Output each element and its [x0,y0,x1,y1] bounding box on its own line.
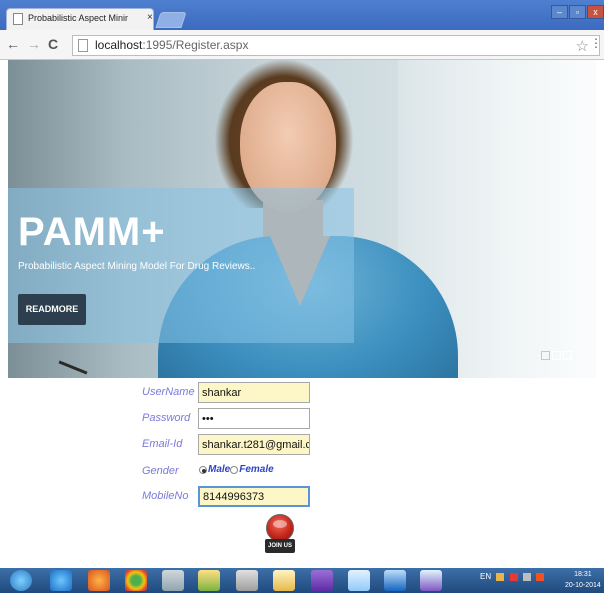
slider-pager [541,347,574,365]
tray-arrow-icon[interactable] [496,572,505,581]
paint-icon[interactable] [198,570,220,591]
female-radio-label[interactable]: Female [239,464,273,475]
username-row: UserName [0,382,604,404]
close-window-button[interactable]: x [587,5,604,19]
email-row: Email-Id [0,434,604,456]
username-input[interactable] [198,382,310,403]
taskbar-clock[interactable]: 18:31 20-10-2014 [565,569,601,591]
email-input[interactable] [198,434,310,455]
mobile-input[interactable] [198,486,310,507]
gender-row: Gender Male Female [0,461,604,483]
folder-icon[interactable] [273,570,295,591]
tray-volume-icon[interactable] [536,572,545,581]
pen-icon [58,360,88,375]
hero-banner: PAMM+ Probabilistic Aspect Mining Model … [8,60,596,378]
word-icon[interactable] [384,570,406,591]
reload-button[interactable]: C [48,36,58,52]
link-icon[interactable] [348,570,370,591]
winrar-icon[interactable] [420,570,442,591]
password-row: Password [0,408,604,430]
address-bar[interactable]: localhost:1995/Register.aspx ☆ [72,35,600,56]
page-icon [13,13,23,25]
language-indicator[interactable]: EN [480,572,491,581]
new-tab-button[interactable] [155,12,187,28]
brand-tagline: Probabilistic Aspect Mining Model For Dr… [18,261,256,272]
tray-network-icon[interactable] [522,572,531,581]
username-label: UserName [142,386,195,398]
tab-title: Probabilistic Aspect Minin [28,13,128,23]
join-us-button[interactable]: JOIN US [265,514,295,553]
password-label: Password [142,412,191,424]
male-radio-label[interactable]: Male [208,464,230,475]
minimize-button[interactable]: – [551,5,568,19]
gender-label: Gender [142,465,179,477]
clock-time: 18:31 [574,571,592,578]
tab-close-icon[interactable]: × [147,12,153,23]
mobile-row: MobileNo [0,486,604,508]
maximize-button[interactable]: ▫ [569,5,586,19]
female-radio[interactable] [230,465,239,474]
browser-menu-icon[interactable]: ⋮ [590,36,602,50]
slide-dot-2[interactable] [552,351,561,360]
tray-flag-icon[interactable] [509,572,518,581]
email-label: Email-Id [142,438,183,450]
explorer-icon[interactable] [236,570,258,591]
join-us-label: JOIN US [265,539,295,553]
forward-button[interactable]: → [27,36,41,52]
firefox-icon[interactable] [88,570,110,591]
notepad-icon[interactable] [162,570,184,591]
chrome-icon[interactable] [125,570,147,591]
page-icon [78,39,88,52]
clock-date: 20-10-2014 [565,582,601,589]
system-tray: EN [480,572,545,581]
visual-studio-icon[interactable] [311,570,333,591]
url-text: localhost:1995/Register.aspx [95,38,248,52]
browser-titlebar: Probabilistic Aspect Minin × – ▫ x [0,0,604,30]
internet-explorer-icon[interactable] [50,570,72,591]
bookmark-star-icon[interactable]: ☆ [576,37,589,55]
back-button[interactable]: ← [6,36,20,52]
brand-title: PAMM+ [18,210,166,254]
url-host: localhost [95,38,143,52]
browser-toolbar: ← → C localhost:1995/Register.aspx ☆ ⋮ [0,30,604,60]
readmore-button[interactable]: READMORE [18,294,86,325]
join-button-icon [266,514,294,542]
browser-tab[interactable]: Probabilistic Aspect Minin × [6,8,154,30]
slide-dot-1[interactable] [541,351,550,360]
slide-dot-3[interactable] [563,351,572,360]
male-radio[interactable] [199,465,207,474]
start-orb-icon[interactable] [10,570,32,591]
gender-options: Male Female [199,464,274,475]
password-input[interactable] [198,408,310,429]
windows-taskbar: EN 18:31 20-10-2014 [0,568,604,593]
mobile-label: MobileNo [142,490,189,502]
url-path: :1995/Register.aspx [142,38,249,52]
window-controls: – ▫ x [550,2,604,19]
